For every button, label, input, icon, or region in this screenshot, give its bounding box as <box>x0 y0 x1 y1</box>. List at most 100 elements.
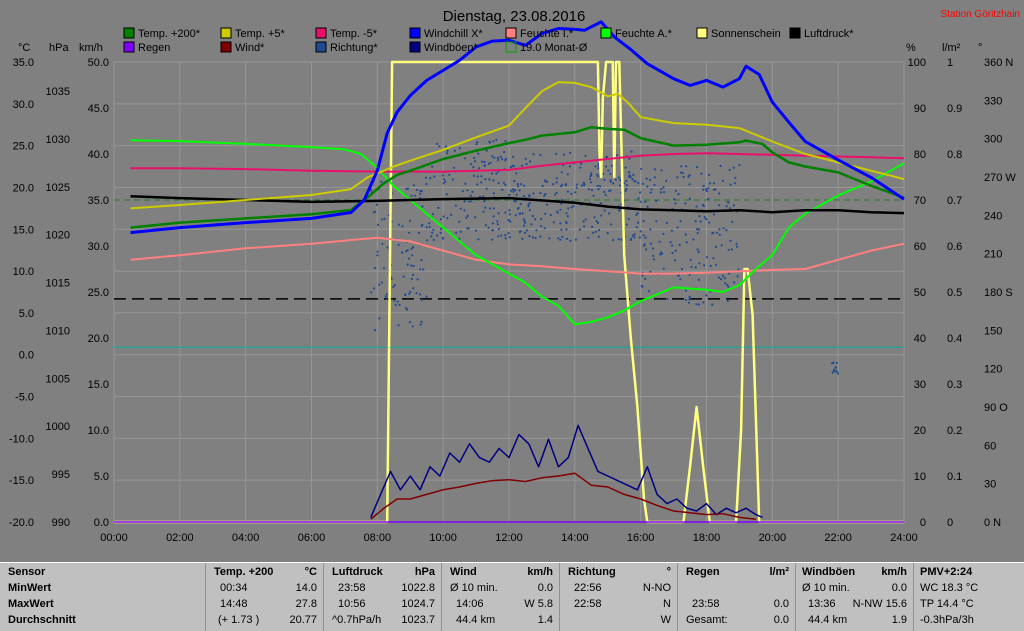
direction-point <box>738 164 741 167</box>
direction-point <box>565 212 568 215</box>
direction-point <box>474 216 477 219</box>
stats-temp-min-time: 00:34 <box>220 582 248 594</box>
direction-point <box>697 278 701 281</box>
direction-point <box>502 181 505 184</box>
direction-point <box>700 172 703 175</box>
direction-point <box>425 182 428 186</box>
stats-col-rain: Regen l/m² 23:58 0.0 Gesamt: 0.0 <box>677 563 795 631</box>
direction-point <box>659 191 663 194</box>
direction-point <box>521 164 524 167</box>
direction-point <box>718 276 721 279</box>
stats-col-gusts: Windböen km/h Ø 10 min. 0.0 13:36 N-NW 1… <box>795 563 913 631</box>
direction-point <box>487 162 490 165</box>
direction-point <box>383 217 386 220</box>
direction-point <box>543 227 546 230</box>
direction-point <box>662 232 665 235</box>
direction-point <box>477 167 481 170</box>
legend-swatch <box>123 41 135 53</box>
direction-point <box>606 231 609 235</box>
direction-point <box>639 200 642 203</box>
direction-point <box>504 140 507 143</box>
direction-point <box>737 268 740 271</box>
stats-rain-max-value: 0.0 <box>773 598 789 610</box>
direction-point <box>515 193 518 196</box>
axis-direction-tick-label: 330 <box>984 95 1002 107</box>
direction-point <box>549 213 552 217</box>
direction-point <box>429 177 432 180</box>
direction-point <box>408 231 411 234</box>
direction-point <box>534 236 537 240</box>
legend-swatch <box>123 27 135 39</box>
direction-point <box>592 194 595 197</box>
direction-point <box>472 174 475 177</box>
direction-point <box>709 264 712 267</box>
direction-point <box>376 250 379 253</box>
direction-point <box>596 173 599 176</box>
direction-point <box>570 192 573 195</box>
direction-point <box>419 192 422 195</box>
direction-point <box>521 237 524 240</box>
direction-point <box>658 240 661 243</box>
stats-rain-max-time: 23:58 <box>692 598 720 610</box>
direction-point <box>565 228 568 231</box>
axis-humidity-tick-label: 90 <box>914 103 926 115</box>
axis-temp-tick-label: 0.0 <box>19 350 34 362</box>
direction-point <box>415 292 418 295</box>
direction-point <box>706 256 709 259</box>
direction-point <box>522 195 526 198</box>
direction-point <box>471 190 474 193</box>
direction-point <box>401 225 404 228</box>
axis-wind-tick-label: 5.0 <box>94 471 109 483</box>
direction-point <box>636 212 639 215</box>
axis-wind-tick-label: 45.0 <box>88 103 109 115</box>
direction-point <box>375 203 379 206</box>
direction-point <box>628 174 631 177</box>
direction-point <box>620 238 623 241</box>
chart-svg: 35.030.025.020.015.010.05.00.0-5.0-10.0-… <box>9 8 1020 544</box>
direction-point <box>645 177 648 180</box>
direction-point <box>725 229 728 232</box>
direction-point <box>673 198 676 201</box>
axis-pressure-tick-label: 995 <box>52 469 70 481</box>
stats-wind-distance: 44.4 km <box>456 614 496 626</box>
direction-point <box>430 235 433 238</box>
direction-point <box>488 140 491 143</box>
direction-point <box>591 231 595 234</box>
axis-time-tick-label: 10:00 <box>429 532 457 544</box>
axis-pressure-tick-label: 1035 <box>46 86 70 98</box>
stats-direction-max-value: N <box>663 598 671 610</box>
axis-rain-tick-label: 0.5 <box>947 287 962 299</box>
direction-point <box>532 192 535 195</box>
direction-point <box>472 166 475 169</box>
direction-point <box>451 178 454 181</box>
direction-point <box>566 215 569 218</box>
direction-point <box>723 277 727 280</box>
direction-point <box>596 184 599 187</box>
legend-swatch <box>220 41 232 53</box>
legend-label: Richtung* <box>330 42 378 54</box>
axis-humidity-tick-label: 100 <box>908 57 926 69</box>
direction-point <box>610 223 613 226</box>
direction-point <box>637 181 640 184</box>
direction-point <box>374 266 377 270</box>
direction-point <box>490 172 493 175</box>
legend-swatch <box>315 41 327 53</box>
stats-temp-max-time: 14:48 <box>220 598 248 610</box>
direction-point <box>373 329 377 332</box>
direction-point <box>642 234 645 237</box>
direction-point <box>463 209 466 212</box>
direction-point <box>832 368 836 371</box>
direction-point <box>730 248 734 251</box>
direction-point <box>559 238 562 241</box>
direction-point <box>442 182 445 185</box>
direction-point <box>721 179 725 182</box>
direction-point <box>676 176 679 179</box>
direction-point <box>512 190 515 193</box>
direction-point <box>609 172 612 176</box>
axis-temp-tick-label: 25.0 <box>13 141 34 153</box>
direction-point <box>689 258 692 261</box>
direction-point <box>431 165 434 168</box>
stats-pressure-avg-value: 1023.7 <box>401 614 435 626</box>
direction-point <box>488 207 491 210</box>
direction-point <box>661 252 664 255</box>
